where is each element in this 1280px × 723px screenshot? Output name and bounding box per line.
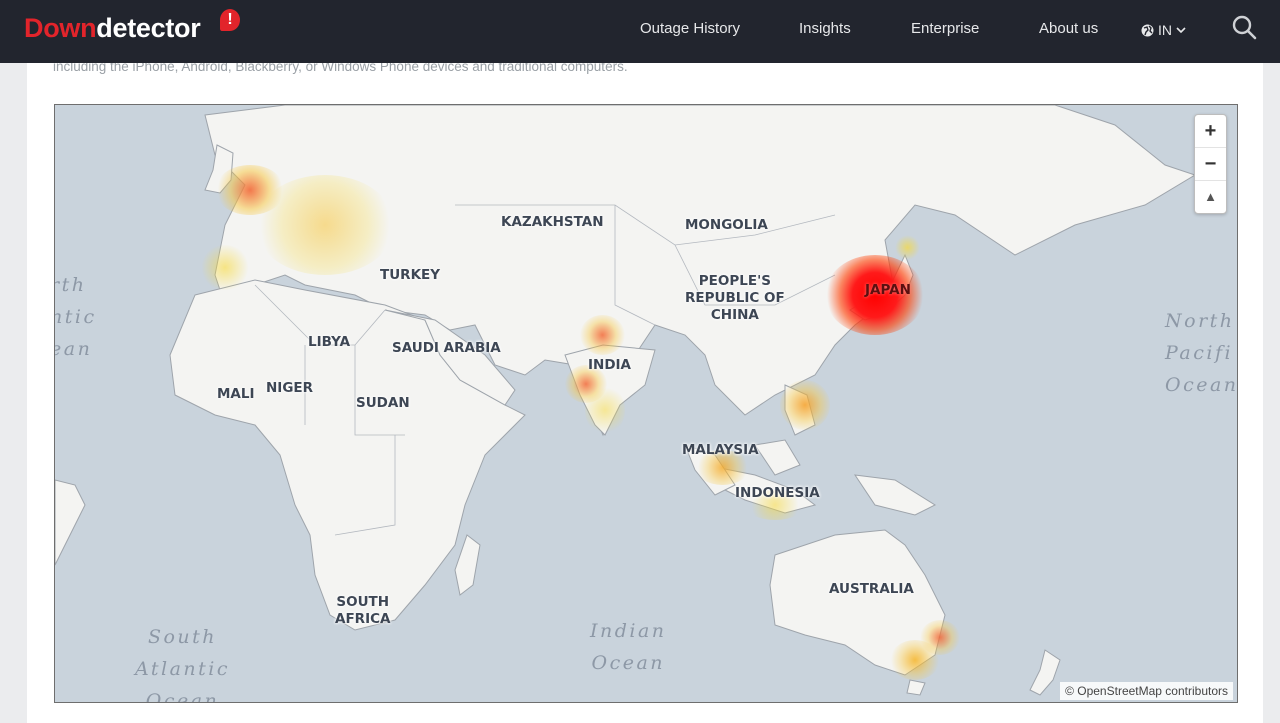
hotspot-japan-north[interactable] [895, 235, 920, 260]
zoom-in-button[interactable]: + [1195, 115, 1226, 148]
region-label: IN [1158, 22, 1172, 38]
label-saudi-arabia: SAUDI ARABIA [392, 340, 501, 356]
map-attribution[interactable]: © OpenStreetMap contributors [1060, 682, 1233, 700]
label-japan: JAPAN [865, 282, 911, 298]
label-kazakhstan: KAZAKHSTAN [501, 214, 604, 230]
label-south-africa: SOUTH AFRICA [335, 594, 391, 627]
hotspot-philippines[interactable] [780, 380, 830, 430]
logo-alert-icon: ! [220, 9, 240, 31]
hotspot-india-north[interactable] [580, 315, 625, 355]
hotspot-europe[interactable] [255, 175, 395, 275]
region-selector[interactable]: IN [1141, 22, 1186, 38]
label-south-atlantic-ocean: South Atlantic Ocean [135, 626, 231, 703]
label-china: PEOPLE'S REPUBLIC OF CHINA [685, 273, 785, 323]
downdetector-logo[interactable]: Downdetector [24, 13, 201, 44]
hotspot-india-south[interactable] [585, 385, 625, 435]
hotspot-spain[interactable] [200, 245, 250, 290]
label-malaysia: MALAYSIA [682, 442, 759, 458]
label-mali: MALI [217, 386, 255, 402]
label-libya: LIBYA [308, 334, 351, 350]
top-navbar: Downdetector ! Outage History Insights E… [0, 0, 1280, 63]
label-sudan: SUDAN [356, 395, 410, 411]
nav-about-us[interactable]: About us [1039, 20, 1098, 37]
label-north-atlantic-ocean: rth ntic ean [54, 274, 97, 360]
label-turkey: TURKEY [380, 267, 441, 283]
reset-north-button[interactable]: ▲ [1195, 181, 1226, 213]
chevron-down-icon [1176, 27, 1186, 34]
label-north-pacific-ocean: North Pacifi Ocean [1165, 310, 1238, 396]
search-icon[interactable] [1232, 15, 1258, 41]
label-indian-ocean: Indian Ocean [590, 620, 667, 674]
label-australia: AUSTRALIA [829, 581, 914, 597]
label-indonesia: INDONESIA [735, 485, 820, 501]
globe-icon [1141, 24, 1154, 36]
zoom-out-button[interactable]: − [1195, 148, 1226, 181]
outage-map[interactable]: KAZAKHSTAN MONGOLIA TURKEY PEOPLE'S REPU… [54, 104, 1238, 703]
label-mongolia: MONGOLIA [685, 217, 768, 233]
zoom-control: + − ▲ [1194, 114, 1227, 214]
nav-enterprise[interactable]: Enterprise [911, 20, 979, 37]
label-niger: NIGER [266, 380, 314, 396]
nav-insights[interactable]: Insights [799, 20, 851, 37]
label-india: INDIA [588, 357, 631, 373]
hotspot-melbourne[interactable] [890, 640, 940, 680]
nav-outage-history[interactable]: Outage History [640, 20, 740, 37]
